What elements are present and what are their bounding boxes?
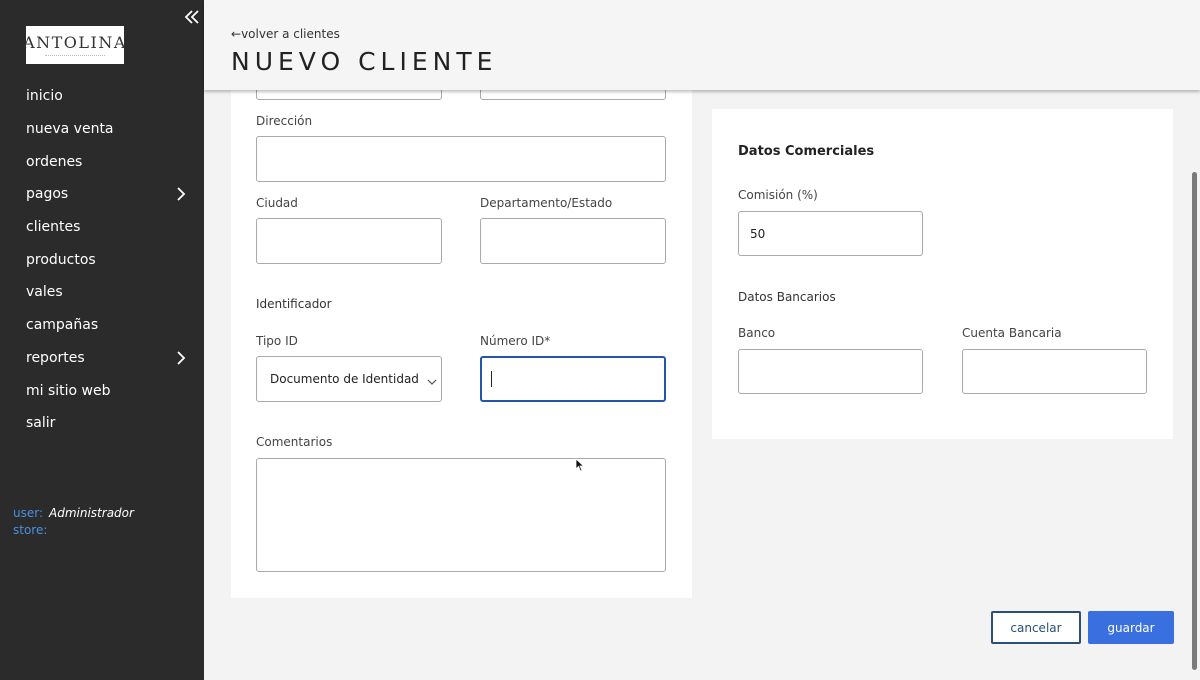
back-arrow-icon: ← xyxy=(231,27,242,41)
datos-bancarios-heading: Datos Bancarios xyxy=(738,290,836,304)
sidebar-item-reportes[interactable]: reportes xyxy=(0,342,204,375)
tipo-id-select[interactable]: Documento de Identidad xyxy=(256,356,442,402)
sidebar-item-label: salir xyxy=(26,415,56,432)
page-title: NUEVO CLIENTE xyxy=(231,47,498,76)
sidebar-item-salir[interactable]: salir xyxy=(0,407,204,440)
user-row: user: Administrador xyxy=(13,505,134,522)
sidebar-item-label: inicio xyxy=(26,88,63,105)
sidebar: ANTOLINA inicio nueva venta ordenes pago… xyxy=(0,0,204,680)
collapse-sidebar-icon[interactable] xyxy=(184,8,200,26)
direccion-input[interactable] xyxy=(256,136,666,182)
sidebar-item-label: clientes xyxy=(26,219,81,236)
user-value: Administrador xyxy=(49,506,134,520)
sidebar-item-label: ordenes xyxy=(26,153,83,170)
back-to-clients-link[interactable]: ←volver a clientes xyxy=(231,27,340,41)
chevron-right-icon xyxy=(174,187,188,201)
store-row: store: xyxy=(13,522,134,539)
sidebar-item-clientes[interactable]: clientes xyxy=(0,211,204,244)
user-info: user: Administrador store: xyxy=(13,505,134,539)
page-header: ←volver a clientes NUEVO CLIENTE xyxy=(204,0,1200,90)
sidebar-item-label: vales xyxy=(26,284,63,301)
departamento-input[interactable] xyxy=(480,218,666,264)
datos-comerciales-title: Datos Comerciales xyxy=(738,144,875,159)
sidebar-item-ordenes[interactable]: ordenes xyxy=(0,145,204,178)
comision-input[interactable]: 50 xyxy=(738,211,923,256)
commercial-data-card: Datos Comerciales Comisión (%) 50 Datos … xyxy=(712,109,1173,439)
sidebar-item-nueva-venta[interactable]: nueva venta xyxy=(0,113,204,146)
sidebar-item-label: reportes xyxy=(26,349,85,366)
sidebar-item-pagos[interactable]: pagos xyxy=(0,178,204,211)
client-form-card: Dirección Ciudad Departamento/Estado Ide… xyxy=(231,60,692,598)
sidebar-item-label: mi sitio web xyxy=(26,382,111,399)
sidebar-item-label: pagos xyxy=(26,186,69,203)
sidebar-item-mi-sitio-web[interactable]: mi sitio web xyxy=(0,374,204,407)
cuenta-bancaria-input[interactable] xyxy=(962,349,1147,394)
brand-logo: ANTOLINA xyxy=(23,26,127,64)
text-caret xyxy=(491,371,492,387)
cuenta-bancaria-label: Cuenta Bancaria xyxy=(962,326,1062,340)
sidebar-item-inicio[interactable]: inicio xyxy=(0,80,204,113)
identificador-heading: Identificador xyxy=(256,297,332,311)
comision-label: Comisión (%) xyxy=(738,188,818,202)
numero-id-input[interactable] xyxy=(480,356,666,402)
sidebar-item-label: nueva venta xyxy=(26,121,114,138)
tipo-id-label: Tipo ID xyxy=(256,334,298,348)
departamento-label: Departamento/Estado xyxy=(480,196,613,210)
logo-text: ANTOLINA xyxy=(23,32,127,52)
sidebar-nav: inicio nueva venta ordenes pagos cliente… xyxy=(0,80,204,440)
tipo-id-value: Documento de Identidad xyxy=(270,372,419,386)
sidebar-item-campanas[interactable]: campañas xyxy=(0,309,204,342)
logo-underline xyxy=(45,54,105,57)
ciudad-input[interactable] xyxy=(256,218,442,264)
numero-id-label: Número ID* xyxy=(480,334,551,348)
sidebar-item-productos[interactable]: productos xyxy=(0,243,204,276)
sidebar-item-label: productos xyxy=(26,251,96,268)
save-button[interactable]: guardar xyxy=(1088,611,1174,644)
chevron-right-icon xyxy=(174,350,188,365)
ciudad-label: Ciudad xyxy=(256,196,298,210)
user-key: user: xyxy=(13,506,44,520)
banco-label: Banco xyxy=(738,326,776,340)
store-key: store: xyxy=(13,523,48,537)
banco-input[interactable] xyxy=(738,349,923,394)
chevron-down-icon xyxy=(427,375,437,385)
mouse-pointer-icon xyxy=(575,457,585,472)
comision-value: 50 xyxy=(750,226,766,241)
cancel-button[interactable]: cancelar xyxy=(991,611,1081,644)
direccion-label: Dirección xyxy=(256,114,313,128)
sidebar-item-label: campañas xyxy=(26,317,99,334)
back-link-label: volver a clientes xyxy=(241,27,340,41)
comentarios-textarea[interactable] xyxy=(256,458,666,572)
comentarios-label: Comentarios xyxy=(256,435,333,449)
page-scrollbar[interactable] xyxy=(1192,172,1197,670)
sidebar-item-vales[interactable]: vales xyxy=(0,276,204,309)
